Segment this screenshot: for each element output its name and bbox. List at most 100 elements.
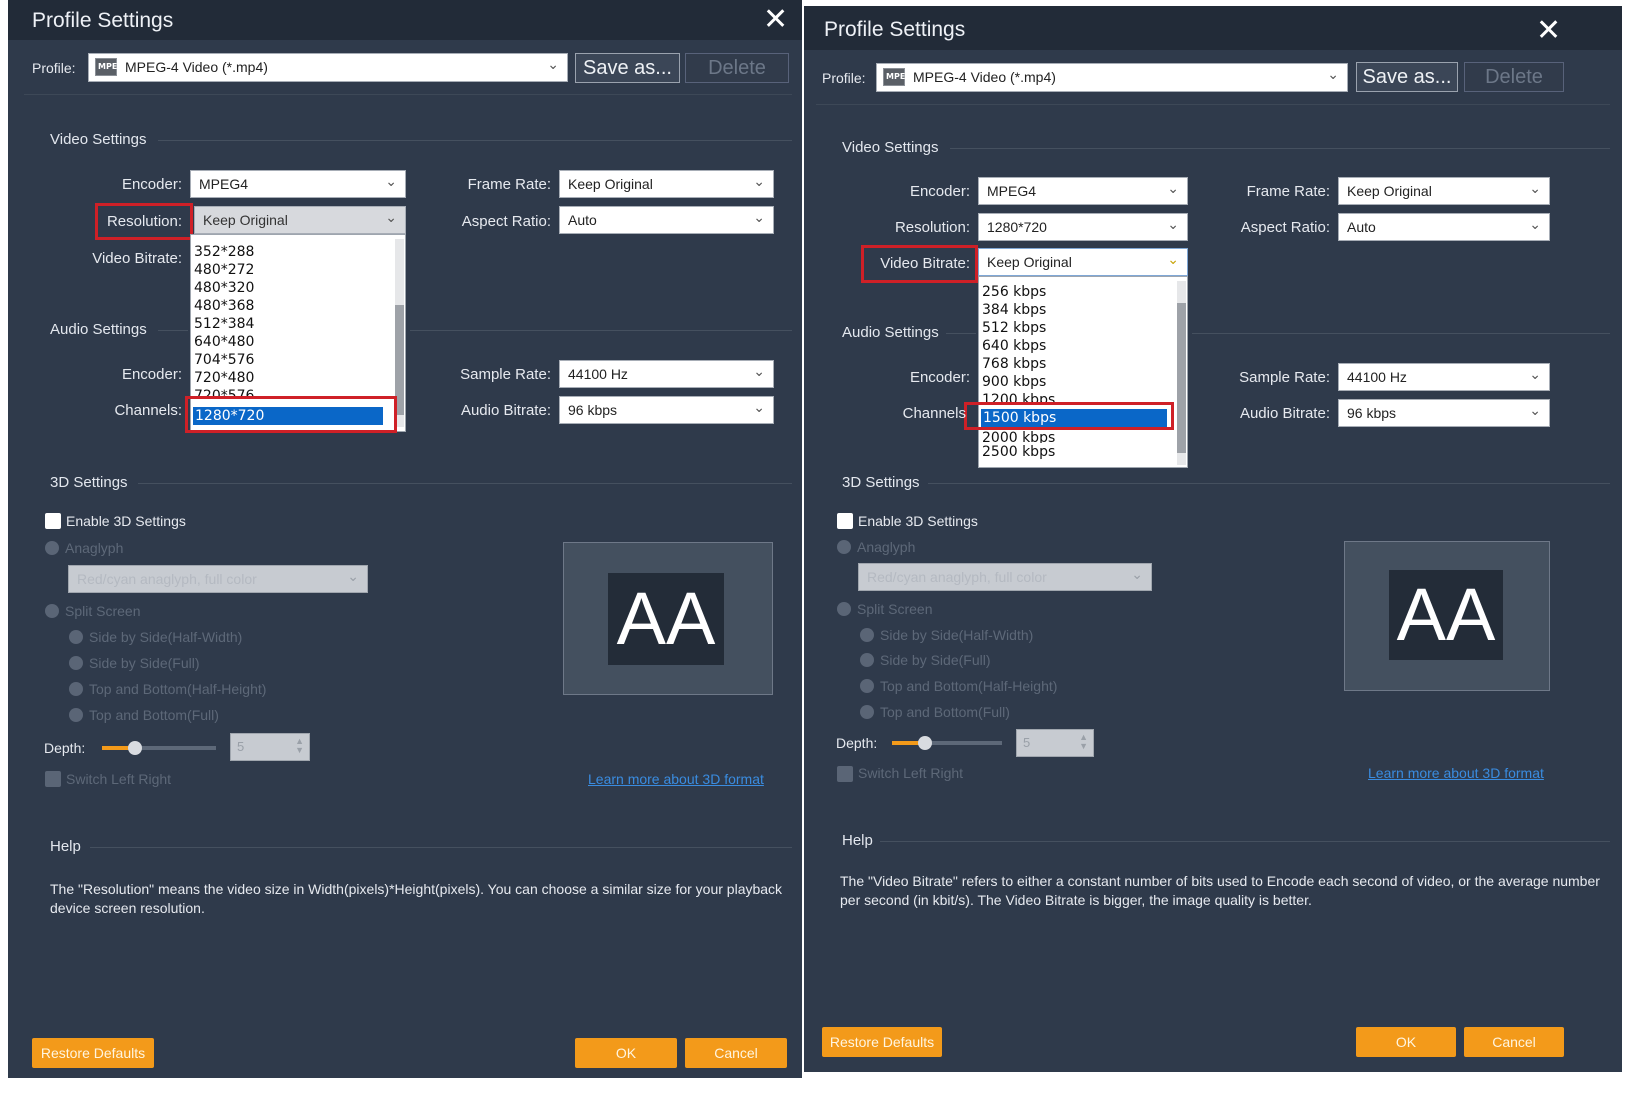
chevron-down-icon: ⌄ bbox=[753, 209, 765, 225]
learn-more-3d-link[interactable]: Learn more about 3D format bbox=[1368, 765, 1544, 781]
section-line bbox=[950, 148, 1610, 149]
section-line bbox=[138, 483, 792, 484]
audio-bitrate-select[interactable]: 96 kbps ⌄ bbox=[559, 396, 774, 424]
frame-rate-select[interactable]: Keep Original ⌄ bbox=[1338, 177, 1550, 205]
divider bbox=[24, 94, 792, 95]
preview-glyph: AA bbox=[1389, 570, 1503, 660]
split-option-radio bbox=[69, 656, 83, 670]
resolution-value: Keep Original bbox=[203, 212, 288, 228]
highlight-box-selected-item bbox=[185, 396, 397, 433]
section-line bbox=[928, 483, 1610, 484]
split-option-radio bbox=[69, 682, 83, 696]
list-item[interactable]: 640 kbps bbox=[982, 337, 1046, 355]
anaglyph-label: Anaglyph bbox=[65, 540, 124, 556]
profile-value: MPEG-4 Video (*.mp4) bbox=[125, 59, 268, 75]
list-item[interactable]: 384 kbps bbox=[982, 301, 1046, 319]
encoder-select[interactable]: MPEG4 ⌄ bbox=[978, 177, 1188, 205]
list-item[interactable]: 256 kbps bbox=[982, 283, 1046, 301]
audio-encoder-label: Encoder: bbox=[121, 366, 182, 383]
video-bitrate-select[interactable]: Keep Original ⌄ bbox=[978, 248, 1188, 276]
aspect-ratio-value: Auto bbox=[1347, 219, 1376, 235]
resolution-select[interactable]: Keep Original ⌄ bbox=[194, 206, 406, 234]
chevron-down-icon: ⌄ bbox=[1327, 66, 1339, 82]
aspect-ratio-select[interactable]: Auto ⌄ bbox=[559, 206, 774, 234]
profile-select[interactable]: MPEG MPEG-4 Video (*.mp4) ⌄ bbox=[876, 63, 1348, 92]
frame-rate-value: Keep Original bbox=[568, 176, 653, 192]
section-line bbox=[90, 847, 792, 848]
sample-rate-label: Sample Rate: bbox=[1239, 369, 1330, 386]
learn-more-3d-link[interactable]: Learn more about 3D format bbox=[588, 771, 764, 787]
enable-3d-checkbox[interactable] bbox=[837, 513, 853, 529]
chevron-down-icon: ⌄ bbox=[1529, 216, 1541, 232]
restore-defaults-button[interactable]: Restore Defaults bbox=[822, 1027, 942, 1057]
list-item[interactable]: 2000 kbps bbox=[982, 429, 1055, 443]
frame-rate-label: Frame Rate: bbox=[467, 176, 551, 193]
list-item[interactable]: 640*480 bbox=[194, 333, 254, 351]
ok-button[interactable]: OK bbox=[1356, 1027, 1456, 1057]
close-icon[interactable]: ✕ bbox=[1536, 16, 1561, 46]
chevron-down-icon: ⌄ bbox=[385, 209, 397, 225]
split-option-radio bbox=[860, 653, 874, 667]
spinner-arrows-icon: ▲ ▼ bbox=[295, 736, 304, 755]
list-item[interactable]: 900 kbps bbox=[982, 373, 1046, 391]
list-item[interactable]: 512 kbps bbox=[982, 319, 1046, 337]
chevron-down-icon: ⌄ bbox=[753, 363, 765, 379]
close-icon[interactable]: ✕ bbox=[763, 5, 788, 35]
delete-button: Delete bbox=[685, 53, 789, 83]
sample-rate-select[interactable]: 44100 Hz ⌄ bbox=[1338, 363, 1550, 391]
list-item[interactable]: 768 kbps bbox=[982, 355, 1046, 373]
depth-slider-knob[interactable] bbox=[128, 741, 142, 755]
scrollbar-thumb[interactable] bbox=[1177, 303, 1186, 453]
encoder-select[interactable]: MPEG4 ⌄ bbox=[190, 170, 406, 198]
list-item[interactable]: 352*288 bbox=[194, 243, 254, 261]
cancel-button[interactable]: Cancel bbox=[685, 1038, 787, 1068]
anaglyph-value: Red/cyan anaglyph, full color bbox=[867, 569, 1047, 585]
dialog-title: Profile Settings bbox=[32, 9, 174, 32]
chevron-down-icon: ⌄ bbox=[1529, 366, 1541, 382]
save-as-button[interactable]: Save as... bbox=[1356, 62, 1458, 92]
depth-label: Depth: bbox=[44, 740, 86, 756]
enable-3d-checkbox[interactable] bbox=[45, 513, 61, 529]
depth-slider-knob[interactable] bbox=[918, 736, 932, 750]
sample-rate-label: Sample Rate: bbox=[460, 366, 551, 383]
sample-rate-value: 44100 Hz bbox=[568, 366, 628, 382]
encoder-label: Encoder: bbox=[121, 176, 182, 193]
aspect-ratio-select[interactable]: Auto ⌄ bbox=[1338, 213, 1550, 241]
chevron-down-icon: ⌄ bbox=[547, 56, 559, 72]
depth-value: 5 bbox=[1023, 735, 1031, 750]
anaglyph-radio bbox=[837, 540, 851, 554]
resolution-select[interactable]: 1280*720 ⌄ bbox=[978, 213, 1188, 241]
left-profile-settings-dialog: Profile Settings ✕ Profile: MPEG MPEG-4 … bbox=[8, 0, 802, 1078]
chevron-down-icon: ⌄ bbox=[347, 568, 359, 584]
list-item[interactable]: 480*320 bbox=[194, 279, 254, 297]
audio-bitrate-label: Audio Bitrate: bbox=[1239, 405, 1330, 422]
list-item[interactable]: 512*384 bbox=[194, 315, 254, 333]
split-option-label: Side by Side(Half-Width) bbox=[880, 627, 1034, 643]
split-option-radio bbox=[69, 708, 83, 722]
list-item[interactable]: 480*272 bbox=[194, 261, 254, 279]
list-item[interactable]: 704*576 bbox=[194, 351, 254, 369]
list-item[interactable]: 720*480 bbox=[194, 369, 254, 387]
enable-3d-label: Enable 3D Settings bbox=[66, 513, 186, 529]
list-item[interactable]: 480*368 bbox=[194, 297, 254, 315]
sample-rate-select[interactable]: 44100 Hz ⌄ bbox=[559, 360, 774, 388]
save-as-button[interactable]: Save as... bbox=[575, 53, 680, 83]
audio-bitrate-select[interactable]: 96 kbps ⌄ bbox=[1338, 399, 1550, 427]
video-settings-heading: Video Settings bbox=[50, 131, 147, 148]
audio-bitrate-value: 96 kbps bbox=[1347, 405, 1397, 421]
cancel-button[interactable]: Cancel bbox=[1464, 1027, 1564, 1057]
enable-3d-label: Enable 3D Settings bbox=[858, 513, 978, 529]
video-bitrate-dropdown-list[interactable]: 256 kbps 384 kbps 512 kbps 640 kbps 768 … bbox=[978, 276, 1188, 468]
aspect-ratio-label: Aspect Ratio: bbox=[461, 213, 551, 230]
list-item[interactable]: 2500 kbps bbox=[982, 443, 1055, 461]
anaglyph-value: Red/cyan anaglyph, full color bbox=[77, 571, 257, 587]
profile-label: Profile: bbox=[32, 60, 76, 76]
split-screen-radio bbox=[837, 602, 851, 616]
restore-defaults-button[interactable]: Restore Defaults bbox=[32, 1038, 154, 1068]
mp4-file-icon: MPEG bbox=[883, 68, 912, 86]
frame-rate-select[interactable]: Keep Original ⌄ bbox=[559, 170, 774, 198]
ok-button[interactable]: OK bbox=[575, 1038, 677, 1068]
profile-select[interactable]: MPEG MPEG-4 Video (*.mp4) ⌄ bbox=[88, 53, 568, 82]
highlight-box-resolution-label bbox=[95, 203, 193, 240]
section-line bbox=[158, 330, 188, 331]
